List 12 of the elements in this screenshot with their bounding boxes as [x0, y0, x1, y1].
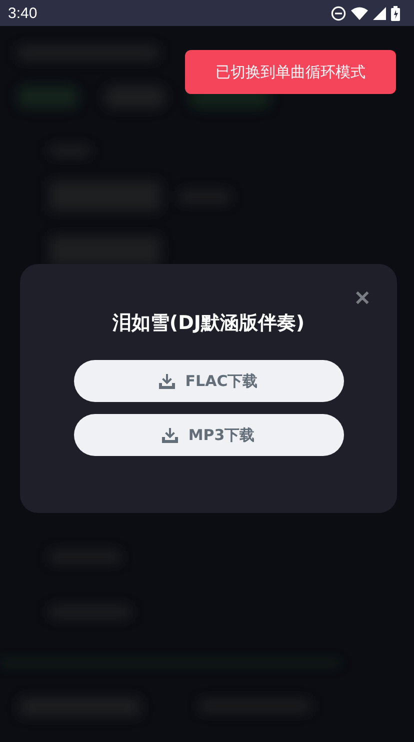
battery-icon: [391, 6, 400, 20]
download-button[interactable]: MP3下载: [74, 414, 344, 456]
do-not-disturb-icon: [331, 6, 346, 20]
close-button[interactable]: ✕: [354, 286, 371, 311]
download-button[interactable]: FLAC下载: [74, 360, 344, 402]
download-icon: [159, 374, 176, 388]
dialog-title: 泪如雪(DJ默涵版伴奏): [112, 311, 305, 336]
signal-icon: [373, 6, 386, 20]
download-icon: [162, 428, 178, 442]
wifi-icon: [351, 6, 368, 20]
toast-message: 已切换到单曲循环模式: [185, 50, 396, 94]
status-time: 3:40: [8, 4, 38, 22]
